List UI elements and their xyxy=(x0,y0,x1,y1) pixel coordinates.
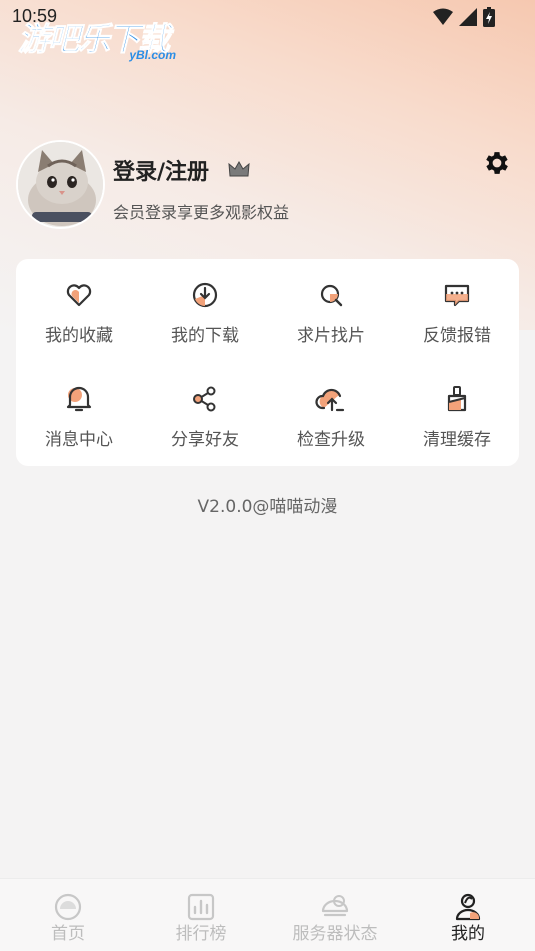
menu-item-label: 我的下载 xyxy=(171,326,239,346)
menu-item-label: 分享好友 xyxy=(171,430,239,450)
avatar[interactable] xyxy=(16,140,105,229)
tab-label: 首页 xyxy=(51,924,85,944)
tab-profile[interactable]: 我的 xyxy=(418,879,518,951)
status-icons xyxy=(433,7,495,27)
menu-item-messages[interactable]: 消息中心 xyxy=(16,363,142,453)
watermark-subtext: yBl.com xyxy=(129,48,176,62)
watermark-logo: 游吧乐下载 yBl.com xyxy=(17,14,188,68)
gear-icon[interactable] xyxy=(482,148,512,178)
menu-item-label: 我的收藏 xyxy=(45,326,113,346)
tab-server-status[interactable]: 服务器状态 xyxy=(280,879,390,951)
menu-item-clear-cache[interactable]: 清理缓存 xyxy=(394,363,520,453)
menu-item-favorites[interactable]: 我的收藏 xyxy=(16,259,142,349)
menu-item-label: 求片找片 xyxy=(297,326,365,346)
menu-item-upgrade[interactable]: 检查升级 xyxy=(268,363,394,453)
wifi-icon xyxy=(433,8,453,25)
tab-ranking[interactable]: 排行榜 xyxy=(151,879,251,951)
bottom-tab-bar: 首页 排行榜 服务器状态 我的 xyxy=(0,878,535,951)
login-register-link[interactable]: 登录/注册 xyxy=(113,154,209,186)
menu-item-downloads[interactable]: 我的下载 xyxy=(142,259,268,349)
menu-item-label: 清理缓存 xyxy=(423,430,491,450)
menu-item-share[interactable]: 分享好友 xyxy=(142,363,268,453)
bell-icon xyxy=(66,386,92,412)
brush-icon xyxy=(447,386,467,412)
tab-label: 排行榜 xyxy=(175,924,227,944)
menu-item-label: 检查升级 xyxy=(297,430,365,450)
tab-label: 我的 xyxy=(451,924,485,944)
tab-label: 服务器状态 xyxy=(292,924,378,944)
menu-item-feedback[interactable]: 反馈报错 xyxy=(394,259,520,349)
menu-item-label: 消息中心 xyxy=(45,430,113,450)
menu-item-request[interactable]: 求片找片 xyxy=(268,259,394,349)
cat-avatar-image xyxy=(18,142,103,227)
share-icon xyxy=(193,386,216,412)
heart-icon xyxy=(66,284,92,307)
tab-home[interactable]: 首页 xyxy=(18,879,118,951)
search-icon xyxy=(320,284,343,307)
login-subtitle: 会员登录享更多观影权益 xyxy=(113,203,290,222)
menu-item-label: 反馈报错 xyxy=(423,326,491,346)
feedback-icon xyxy=(444,284,470,307)
menu-card: 我的收藏 我的下载 求片找片 反馈报错 消息中心 分享好友 检查升级 清理缓存 xyxy=(16,259,519,466)
version-text: V2.0.0@喵喵动漫 xyxy=(197,497,338,517)
battery-icon xyxy=(483,7,495,27)
download-icon xyxy=(192,282,218,308)
signal-icon xyxy=(459,8,477,26)
crown-icon xyxy=(228,160,250,177)
cloud-upload-icon xyxy=(315,388,345,412)
